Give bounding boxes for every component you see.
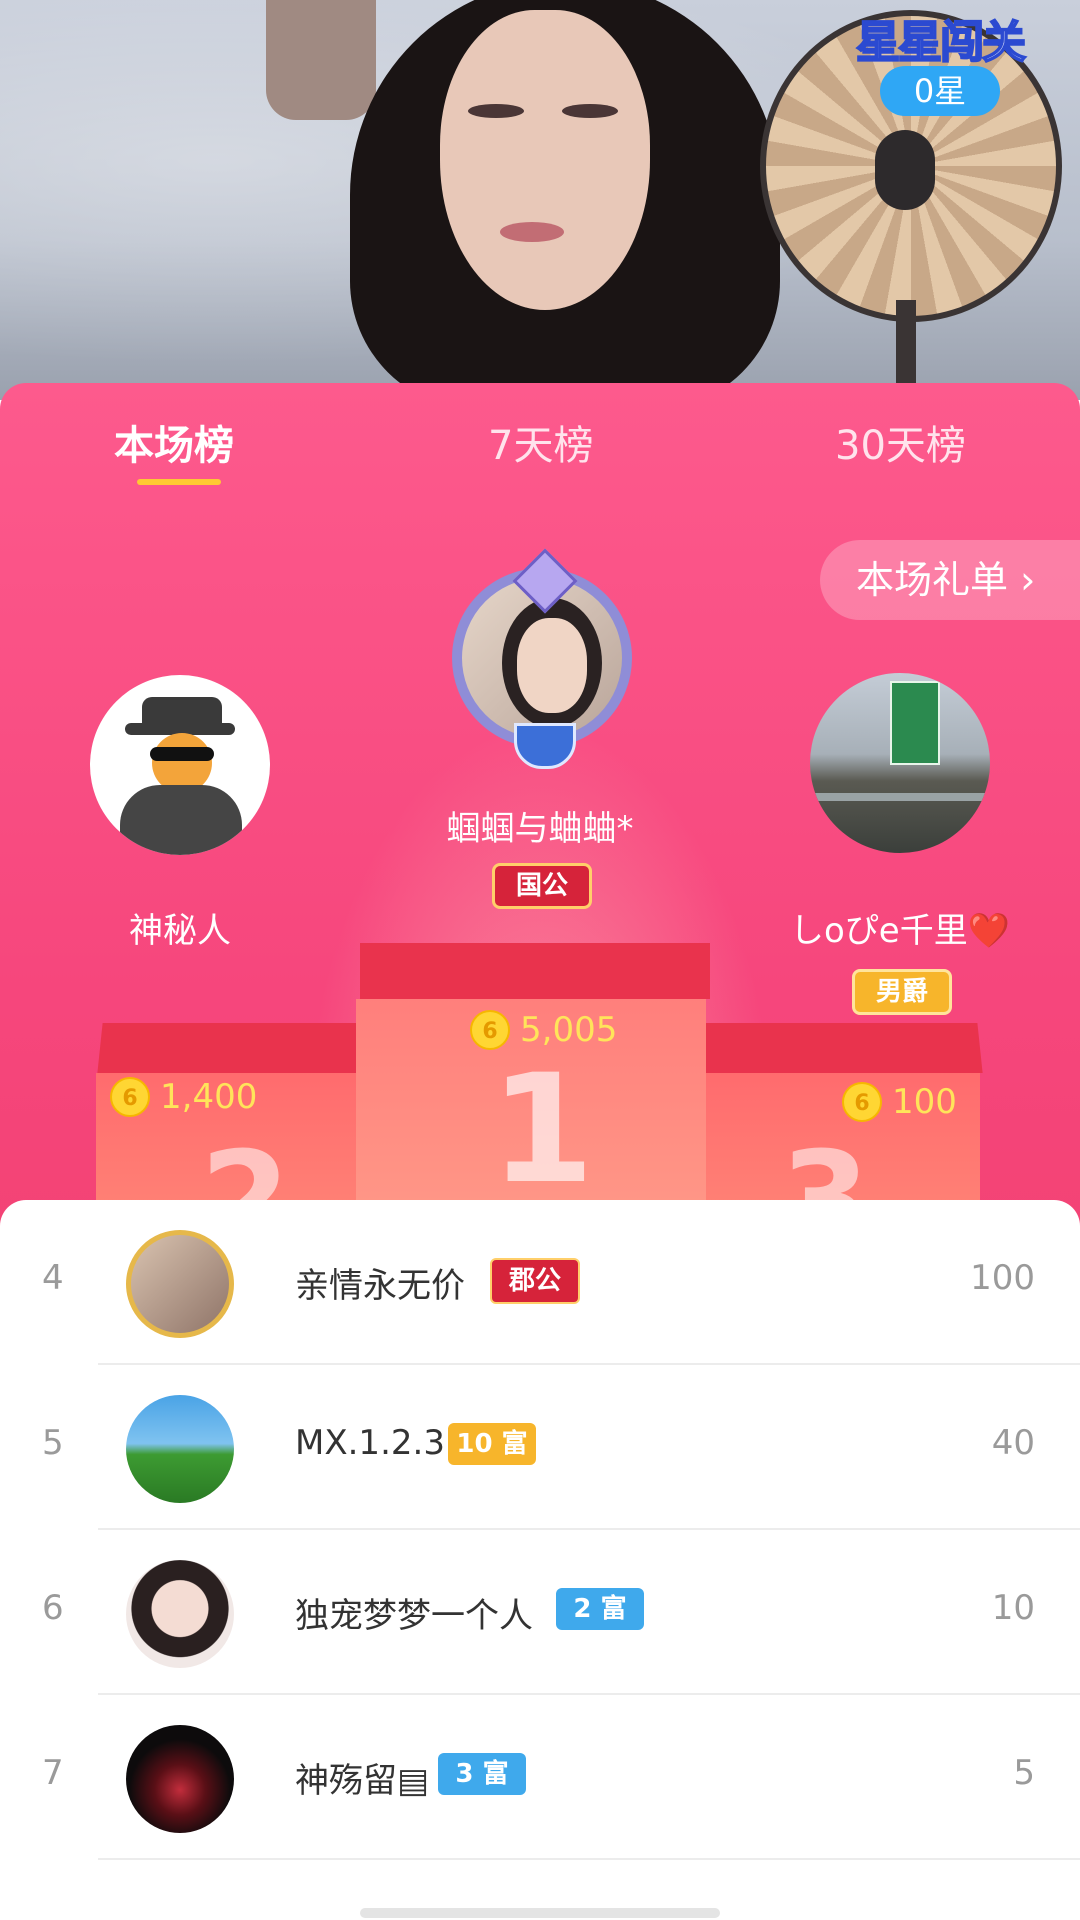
road-sign [890,681,940,765]
second-place-name[interactable]: 神秘人 [60,903,300,952]
user-avatar[interactable] [126,1230,234,1338]
streamer-eye [562,104,618,118]
rank-number: 4 [42,1258,64,1298]
coat [120,785,242,855]
rank-number: 5 [42,1423,64,1463]
tab-current-session[interactable]: 本场榜 [114,413,234,471]
streamer-face [440,10,650,310]
live-video[interactable]: 星星闯关 0星 [0,0,1080,400]
first-place-name[interactable]: 蝈蝈与蛐蛐* [420,801,660,850]
streamer-lips [500,222,564,242]
user-score: 100 [970,1258,1035,1298]
sunglasses-icon [150,747,214,761]
podium-third-top [687,1023,983,1073]
second-place-score: 6 1,400 [110,1075,257,1117]
coin-icon: 6 [110,1076,150,1117]
star-challenge-title[interactable]: 星星闯关 [845,6,1035,69]
podium-second-top [97,1023,393,1073]
active-tab-indicator [137,479,221,485]
star-count-badge[interactable]: 0星 [880,66,1000,116]
coin-icon: 6 [470,1009,510,1050]
user-avatar[interactable] [126,1725,234,1833]
user-name[interactable]: 神殇留▤ [295,1753,429,1802]
third-place-name[interactable]: しoぴe千里❤️ [770,903,1030,952]
user-avatar[interactable] [126,1560,234,1668]
wealth-badge: 3 富 [438,1753,526,1795]
list-item[interactable]: 7 神殇留▤ 3 富 5 [0,1695,1080,1860]
divider [98,1858,1080,1860]
avatar-face [517,618,587,713]
guard-rail [810,793,990,801]
third-place-rank-badge: 男爵 [852,969,952,1015]
user-name[interactable]: 亲情永无价 [295,1258,465,1307]
list-item[interactable]: 6 独宠梦梦一个人 2 富 10 [0,1530,1080,1695]
wealth-badge: 2 富 [556,1588,644,1630]
streamer-eye [468,104,524,118]
wall-lamp [266,0,376,120]
tab-30-days[interactable]: 30天榜 [835,413,966,471]
second-place-avatar[interactable] [90,675,270,855]
user-score: 5 [1013,1753,1035,1793]
home-indicator[interactable] [360,1908,720,1918]
rank-number: 7 [42,1753,64,1793]
user-name[interactable]: MX.1.2.3 [295,1423,445,1463]
rank-badge: 郡公 [490,1258,580,1304]
list-item[interactable]: 5 MX.1.2.3 10 富 40 [0,1365,1080,1530]
gift-list-button[interactable]: 本场礼单 › [820,540,1080,620]
ranking-tabs: 本场榜 7天榜 30天榜 [0,383,1080,503]
third-place-avatar[interactable] [810,673,990,853]
user-name[interactable]: 独宠梦梦一个人 [295,1588,533,1637]
user-score: 10 [991,1588,1035,1628]
second-place-score-value: 1,400 [160,1076,258,1117]
podium-first-number: 1 [490,1043,595,1217]
wealth-badge: 10 富 [448,1423,536,1465]
rank-number: 6 [42,1588,64,1628]
user-avatar[interactable] [126,1395,234,1503]
coin-icon: 6 [842,1081,882,1122]
first-place-score: 6 5,005 [470,1008,617,1050]
third-place-score: 6 100 [842,1080,957,1122]
ranking-list: 4 亲情永无价 郡公 100 5 MX.1.2.3 10 富 40 6 独宠梦梦… [0,1200,1080,1920]
first-place-rank-badge: 国公 [492,863,592,909]
podium-first-top [360,943,710,999]
mystery-face [152,733,212,793]
tab-7-days[interactable]: 7天榜 [488,413,593,471]
user-score: 40 [991,1423,1035,1463]
first-place-score-value: 5,005 [520,1009,618,1050]
microphone-icon [875,130,935,210]
third-place-score-value: 100 [892,1081,957,1122]
list-item[interactable]: 4 亲情永无价 郡公 100 [0,1200,1080,1365]
